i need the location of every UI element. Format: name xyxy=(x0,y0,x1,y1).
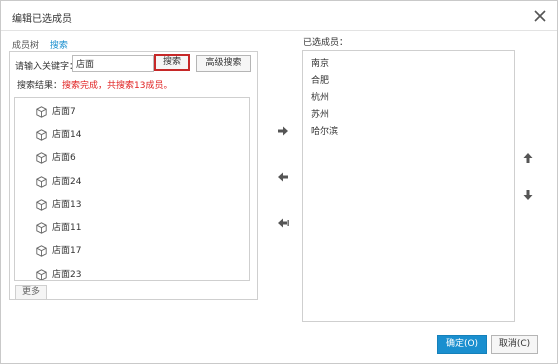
cube-icon xyxy=(36,152,47,164)
cube-icon xyxy=(36,245,47,257)
dialog-titlebar: 编辑已选成员 xyxy=(1,1,557,31)
list-item-label: 店面6 xyxy=(52,153,76,163)
tab-member-tree[interactable]: 成员树 xyxy=(12,38,39,51)
cube-icon xyxy=(36,269,47,280)
more-button[interactable]: 更多 xyxy=(15,285,47,300)
tab-bar: 成员树 搜索 xyxy=(12,38,76,51)
cube-icon xyxy=(36,176,47,188)
arrow-right-icon[interactable] xyxy=(277,125,289,137)
keyword-label: 请输入关键字： xyxy=(15,62,79,72)
double-arrow-left-icon[interactable] xyxy=(277,217,289,229)
keyword-input[interactable] xyxy=(72,55,154,72)
arrow-up-icon[interactable] xyxy=(522,152,534,164)
result-prefix: 搜索结果： xyxy=(17,81,63,91)
edit-selected-members-dialog: 编辑已选成员 成员树 搜索 请输入关键字： 搜索 高级搜索 搜索结果：搜索完成，… xyxy=(0,0,558,364)
selected-item[interactable]: 南京 xyxy=(311,56,329,69)
cube-icon xyxy=(36,129,47,141)
close-icon[interactable] xyxy=(531,7,549,25)
selected-members-label: 已选成员： xyxy=(303,38,349,48)
list-item-label: 店面24 xyxy=(52,177,82,187)
list-item-label: 店面7 xyxy=(52,107,76,117)
search-results-list: 店面7 店面14 店面6 店面24 店面13 店面11 店面17 店面23 xyxy=(14,97,250,281)
search-button[interactable]: 搜索 xyxy=(154,54,190,71)
result-message: 搜索完成，共搜索13成员。 xyxy=(62,81,173,91)
selected-item[interactable]: 苏州 xyxy=(311,107,329,120)
cube-icon xyxy=(36,199,47,211)
ok-button[interactable]: 确定(O) xyxy=(437,335,487,354)
cube-icon xyxy=(36,222,47,234)
selected-item[interactable]: 合肥 xyxy=(311,73,329,86)
search-result-status: 搜索结果：搜索完成，共搜索13成员。 xyxy=(17,78,172,91)
list-item-label: 店面14 xyxy=(52,130,82,140)
arrow-left-icon[interactable] xyxy=(277,171,289,183)
advanced-search-button[interactable]: 高级搜索 xyxy=(196,55,251,72)
selected-item[interactable]: 哈尔滨 xyxy=(311,124,338,137)
cube-icon xyxy=(36,106,47,118)
list-item-label: 店面11 xyxy=(52,223,82,233)
search-panel: 请输入关键字： 搜索 高级搜索 搜索结果：搜索完成，共搜索13成员。 店面7 店… xyxy=(9,51,258,300)
cancel-button[interactable]: 取消(C) xyxy=(491,335,538,354)
list-item-label: 店面17 xyxy=(52,246,82,256)
dialog-title: 编辑已选成员 xyxy=(12,14,72,25)
selected-members-list: 南京 合肥 杭州 苏州 哈尔滨 xyxy=(302,50,515,322)
list-item-label: 店面13 xyxy=(52,200,82,210)
list-item-label: 店面23 xyxy=(52,270,82,280)
tab-search[interactable]: 搜索 xyxy=(50,38,68,51)
selected-item[interactable]: 杭州 xyxy=(311,90,329,103)
arrow-down-icon[interactable] xyxy=(522,189,534,201)
